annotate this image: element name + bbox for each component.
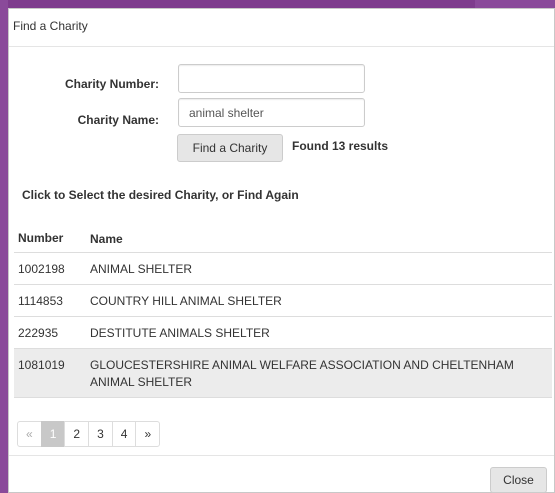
pagination-page-1[interactable]: 1	[40, 421, 66, 447]
pagination-next-button[interactable]: »	[135, 421, 161, 447]
footer-divider	[9, 455, 554, 456]
row-name: COUNTRY HILL ANIMAL SHELTER	[90, 294, 282, 308]
dialog-title: Find a Charity	[9, 9, 554, 47]
background-strip	[0, 0, 8, 493]
results-count: Found 13 results	[292, 139, 389, 153]
table-row[interactable]: 1081019 GLOUCESTERSHIRE ANIMAL WELFARE A…	[14, 349, 552, 398]
row-number: 1081019	[18, 358, 65, 372]
pagination: « 1 2 3 4 »	[17, 421, 161, 447]
row-name: GLOUCESTERSHIRE ANIMAL WELFARE ASSOCIATI…	[90, 358, 514, 389]
row-number: 1002198	[18, 262, 65, 276]
pagination-page-3[interactable]: 3	[88, 421, 113, 447]
pagination-prev-button[interactable]: «	[17, 421, 42, 447]
charity-name-input[interactable]	[178, 98, 365, 127]
column-header-name: Name	[90, 232, 123, 246]
row-name: ANIMAL SHELTER	[90, 262, 193, 276]
column-header-number: Number	[18, 231, 64, 245]
table-row[interactable]: 1114853 COUNTRY HILL ANIMAL SHELTER	[14, 285, 552, 317]
row-number: 222935	[18, 326, 59, 340]
instruction-text: Click to Select the desired Charity, or …	[22, 188, 299, 202]
background-strip	[475, 0, 555, 8]
charity-name-label: Charity Name:	[77, 113, 159, 127]
charity-number-label: Charity Number:	[64, 77, 159, 91]
row-name: DESTITUTE ANIMALS SHELTER	[90, 326, 270, 340]
charity-number-input[interactable]	[178, 64, 365, 93]
close-button[interactable]: Close	[490, 467, 547, 493]
find-charity-button[interactable]: Find a Charity	[177, 134, 283, 162]
table-row[interactable]: 222935 DESTITUTE ANIMALS SHELTER	[14, 317, 552, 349]
pagination-page-2[interactable]: 2	[64, 421, 90, 447]
results-table: Number Name 1002198 ANIMAL SHELTER 11148…	[14, 222, 552, 398]
table-row[interactable]: 1002198 ANIMAL SHELTER	[14, 253, 552, 285]
pagination-page-4[interactable]: 4	[111, 421, 137, 447]
table-header: Number Name	[14, 222, 552, 253]
row-number: 1114853	[18, 294, 63, 308]
find-charity-dialog: Find a Charity Charity Number: Charity N…	[8, 8, 555, 493]
